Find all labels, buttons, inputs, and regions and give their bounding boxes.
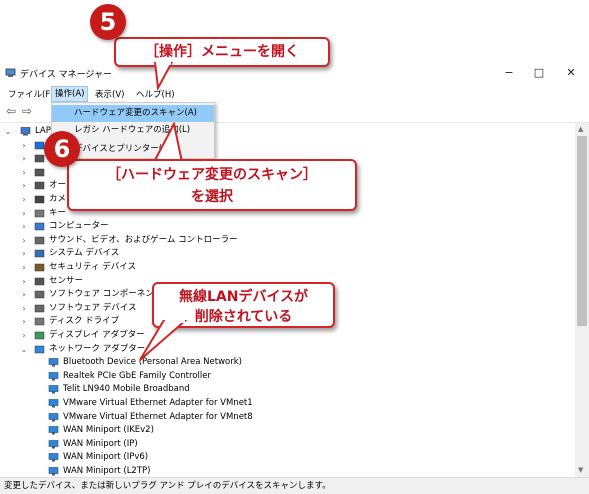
menu-file[interactable]: ファイル(F) <box>5 88 57 100</box>
tree-category-label: ディスク ドライブ <box>49 316 120 327</box>
network-adapter-label: VMware Virtual Ethernet Adapter for VMne… <box>63 411 253 422</box>
scrollbar-thumb[interactable] <box>577 136 587 326</box>
step6-line2: を選択 <box>191 189 233 205</box>
expand-arrow-icon[interactable]: › <box>20 315 28 328</box>
tree-category-label: ディスプレイ アダプター <box>49 330 145 340</box>
tree-category-label: キー <box>49 207 67 218</box>
speaker-icon <box>34 236 45 245</box>
step6-badge: 6 <box>44 131 80 167</box>
expand-arrow-icon[interactable]: › <box>20 220 28 233</box>
disk-icon <box>34 317 45 326</box>
tree-category-label: コンピューター <box>49 221 109 232</box>
note-pointer <box>139 320 188 361</box>
scroll-down-icon[interactable]: ▼ <box>578 466 583 474</box>
window-title: デバイス マネージャー <box>20 70 112 80</box>
security-icon <box>34 263 45 272</box>
network-icon <box>34 345 45 354</box>
network-adapter-icon <box>48 412 59 422</box>
network-adapter-label: Telit LN940 Mobile Broadband <box>63 384 190 395</box>
expand-arrow-icon[interactable]: › <box>20 302 28 315</box>
network-adapter-label: WAN Miniport (IPv6) <box>63 452 149 463</box>
expand-arrow-icon[interactable]: › <box>20 139 28 152</box>
system-icon <box>34 249 45 258</box>
note-line1: 無線LANデバイスが <box>178 289 309 305</box>
software-icon <box>34 290 45 299</box>
display-icon <box>34 331 45 340</box>
network-adapter-label: Realtek PCIe GbE Family Controller <box>63 370 211 381</box>
network-adapter-icon <box>48 453 59 462</box>
menu-item-scan-hardware[interactable]: ハードウェア変更のスキャン(A) <box>52 105 214 122</box>
network-adapter-icon <box>48 385 59 394</box>
tree-category-label: ネットワーク アダプター <box>49 343 146 354</box>
expand-arrow-icon[interactable]: › <box>20 234 28 247</box>
network-adapter-label: VMware Virtual Ethernet Adapter for VMne… <box>63 398 253 408</box>
tree-category-label: システム デバイス <box>49 248 120 259</box>
status-bar: 変更したデバイス、または新しいプラグ アンド プレイのデバイスをスキャンします。 <box>0 477 589 494</box>
tree-category-label: センサー <box>49 275 84 286</box>
step5-pointer <box>153 62 174 92</box>
sensor-icon <box>34 277 45 286</box>
step6-line1: ［ハードウェア変更のスキャン］ <box>107 167 317 183</box>
forward-arrow-icon[interactable]: ⇨ <box>20 104 34 118</box>
step6-pointer <box>152 122 184 163</box>
step5-callout: ［操作］メニューを開く <box>114 37 330 67</box>
network-adapter-label: WAN Miniport (IP) <box>63 438 138 449</box>
expand-arrow-icon[interactable]: › <box>20 207 28 220</box>
collapse-arrow-icon[interactable]: ⌄ <box>4 125 12 138</box>
software-icon <box>34 304 45 313</box>
computer-icon <box>34 222 45 231</box>
audio-icon <box>34 181 45 190</box>
network-adapter-icon <box>48 467 59 476</box>
expand-arrow-icon[interactable]: › <box>20 275 28 288</box>
camera-icon <box>34 195 45 204</box>
tree-category-label: サウンド、ビデオ、およびゲーム コントローラー <box>49 234 238 245</box>
menu-view[interactable]: 表示(V) <box>92 88 127 100</box>
menu-item-add-legacy-hardware[interactable]: レガシ ハードウェアの追加(L) <box>52 122 214 139</box>
keyboard-icon <box>34 209 45 218</box>
network-adapter-icon <box>48 399 59 408</box>
scroll-up-icon[interactable]: ▲ <box>578 125 583 133</box>
tree-category-label: ソフトウェア コンポーネント <box>49 289 163 300</box>
network-adapter-icon <box>48 426 59 435</box>
collapse-arrow-icon[interactable]: ⌄ <box>20 343 28 356</box>
back-arrow-icon[interactable]: ⇦ <box>4 104 18 118</box>
step5-badge: 5 <box>90 4 126 40</box>
maximize-button[interactable]: □ <box>524 62 554 84</box>
expand-arrow-icon[interactable]: › <box>20 247 28 260</box>
computer-icon <box>20 127 31 136</box>
device-icon <box>34 154 45 163</box>
step6-callout: ［ハードウェア変更のスキャン］ を選択 <box>67 159 357 211</box>
menu-action[interactable]: 操作(A) <box>51 86 89 102</box>
expand-arrow-icon[interactable]: › <box>20 179 28 192</box>
close-button[interactable]: ✕ <box>556 62 586 84</box>
device-icon <box>34 168 45 177</box>
minimize-button[interactable]: − <box>494 62 524 84</box>
network-adapter-icon <box>48 371 59 381</box>
network-adapter-label: WAN Miniport (IKEv2) <box>63 425 154 436</box>
expand-arrow-icon[interactable]: › <box>20 329 28 342</box>
tree-category-label: オー <box>49 180 67 191</box>
expand-arrow-icon[interactable]: › <box>20 261 28 274</box>
expand-arrow-icon[interactable]: › <box>20 193 28 206</box>
tree-category-label: セキュリティ デバイス <box>49 262 136 272</box>
network-adapter-icon <box>48 358 59 367</box>
expand-arrow-icon[interactable]: › <box>20 152 28 165</box>
network-adapter-icon <box>48 439 59 449</box>
expand-arrow-icon[interactable]: › <box>20 166 28 179</box>
tree-category-label: カメ <box>49 194 67 204</box>
device-manager-app-icon <box>5 67 16 78</box>
status-text: 変更したデバイス、または新しいプラグ アンド プレイのデバイスをスキャンします。 <box>4 481 331 491</box>
expand-arrow-icon[interactable]: › <box>20 288 28 301</box>
tree-category-label: ソフトウェア デバイス <box>49 302 137 313</box>
